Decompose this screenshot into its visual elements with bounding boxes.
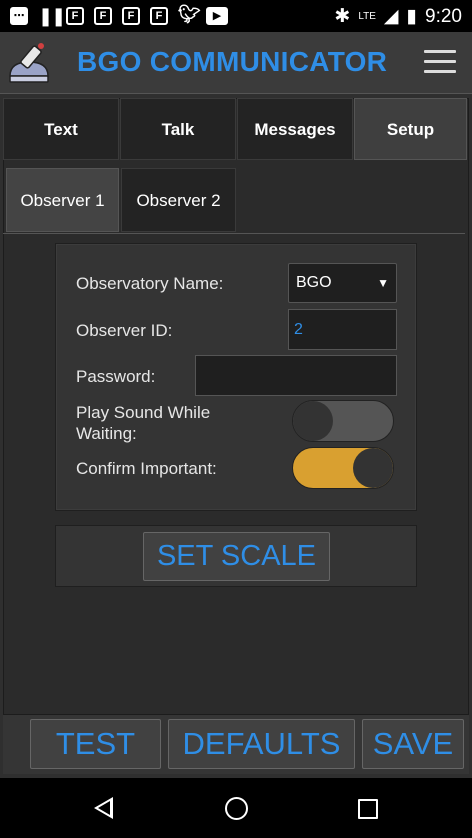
- observatory-name-select[interactable]: BGO ▼: [288, 263, 397, 303]
- main-panel: Text Talk Messages Setup Observer 1 Obse…: [0, 94, 472, 778]
- flipboard-icon: F: [122, 7, 140, 25]
- play-sound-toggle[interactable]: [292, 400, 394, 442]
- defaults-button[interactable]: DEFAULTS: [168, 719, 355, 769]
- observatory-name-value: BGO: [296, 274, 332, 291]
- chevron-down-icon: ▼: [377, 276, 389, 290]
- flipboard-icon: F: [94, 7, 112, 25]
- bluetooth-icon: ✱: [334, 6, 351, 27]
- password-input[interactable]: [195, 355, 397, 396]
- observatory-logo-icon[interactable]: [6, 40, 52, 86]
- confirm-important-label: Confirm Important:: [76, 459, 217, 478]
- toggle-knob: [353, 448, 393, 488]
- save-button[interactable]: SAVE: [362, 719, 464, 769]
- confirm-important-toggle[interactable]: [292, 447, 394, 489]
- system-status: ✱ LTE ◢ ▮ 9:20: [334, 5, 462, 28]
- signal-icon: ◢: [383, 6, 399, 27]
- set-scale-button[interactable]: SET SCALE: [143, 532, 330, 581]
- network-type: LTE: [358, 11, 376, 22]
- tab-setup[interactable]: Setup: [354, 98, 467, 160]
- notification-icon: ⋯: [10, 7, 28, 25]
- app-header: BGO COMMUNICATOR: [0, 32, 472, 94]
- main-tabs: Text Talk Messages Setup: [3, 98, 467, 160]
- toggle-knob: [293, 401, 333, 441]
- system-nav-bar: [0, 778, 472, 838]
- play-sound-label-line1: Play Sound While: [76, 403, 211, 422]
- bottom-action-bar: TEST DEFAULTS SAVE: [3, 714, 469, 774]
- pause-icon: ❚❚: [38, 6, 66, 26]
- test-button[interactable]: TEST: [30, 719, 161, 769]
- scale-card: SET SCALE: [55, 525, 417, 587]
- play-sound-label: Play Sound While Waiting:: [76, 402, 210, 444]
- observer-tabs: Observer 1 Observer 2: [3, 164, 465, 234]
- tab-talk[interactable]: Talk: [120, 98, 236, 160]
- tab-observer-1[interactable]: Observer 1: [6, 168, 119, 232]
- home-icon[interactable]: [225, 797, 248, 820]
- status-bar: ⋯ ❚❚ F F F F 🐦︎ ▶ ✱ LTE ◢ ▮ 9:20: [0, 0, 472, 32]
- tab-observer-2[interactable]: Observer 2: [121, 168, 236, 232]
- observatory-name-label: Observatory Name:: [76, 274, 224, 293]
- back-icon[interactable]: [94, 797, 113, 819]
- tab-messages[interactable]: Messages: [237, 98, 353, 160]
- play-sound-label-line2: Waiting:: [76, 424, 137, 443]
- clock: 9:20: [425, 5, 462, 27]
- tab-text[interactable]: Text: [3, 98, 119, 160]
- observer-settings-card: Observatory Name: BGO ▼ Observer ID: 2 P…: [55, 243, 417, 511]
- password-label: Password:: [76, 367, 156, 386]
- app-title: BGO COMMUNICATOR: [77, 46, 388, 77]
- observer-id-label: Observer ID:: [76, 321, 173, 340]
- twitter-icon: 🐦︎: [178, 4, 201, 24]
- observer-id-input[interactable]: 2: [288, 309, 397, 350]
- flipboard-icon: F: [66, 7, 84, 25]
- notification-icons: ⋯ ❚❚ F F F F 🐦︎ ▶: [10, 4, 228, 26]
- youtube-icon: ▶: [206, 7, 228, 25]
- hamburger-menu-icon[interactable]: [424, 50, 456, 74]
- flipboard-icon: F: [150, 7, 168, 25]
- recent-apps-icon[interactable]: [358, 799, 378, 819]
- battery-icon: ▮: [406, 6, 418, 27]
